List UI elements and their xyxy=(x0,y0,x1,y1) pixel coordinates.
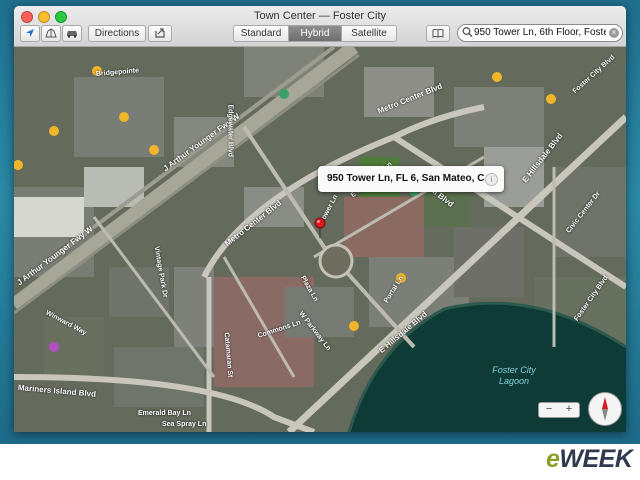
tab-satellite[interactable]: Satellite xyxy=(342,26,396,41)
red-pin-icon[interactable] xyxy=(313,217,327,239)
search-icon xyxy=(462,27,473,38)
search-input[interactable]: 950 Tower Ln, 6th Floor, Foster City × xyxy=(457,24,623,42)
compass-icon xyxy=(602,397,608,421)
location-arrow-icon xyxy=(26,29,34,37)
road-label: Edgewater Blvd xyxy=(226,104,234,158)
directions-button[interactable]: Directions xyxy=(88,25,146,42)
footer-strip xyxy=(0,444,640,480)
address-callout[interactable]: 950 Tower Ln, FL 6, San Mateo, C... i xyxy=(318,166,504,192)
lagoon-label-line2: Lagoon xyxy=(498,376,530,386)
tab-hybrid[interactable]: Hybrid xyxy=(289,26,342,41)
lagoon-label-line1: Foster City xyxy=(492,365,536,375)
tab-standard[interactable]: Standard xyxy=(234,26,289,41)
zoom-out-button[interactable]: − xyxy=(539,403,559,417)
map-view[interactable]: J Arthur Younger Fwy W J Arthur Younger … xyxy=(14,47,626,432)
callout-address: 950 Tower Ln, FL 6, San Mateo, C... xyxy=(327,173,493,184)
info-icon[interactable]: i xyxy=(485,173,498,186)
map-mode-selector[interactable]: Standard Hybrid Satellite xyxy=(233,25,397,42)
share-button[interactable] xyxy=(148,25,172,42)
3d-view-button[interactable] xyxy=(41,25,61,42)
book-icon xyxy=(432,29,444,38)
traffic-button[interactable] xyxy=(62,25,82,42)
logo-e: e xyxy=(546,445,560,473)
bookmarks-button[interactable] xyxy=(426,25,450,42)
compass-button[interactable] xyxy=(588,392,622,426)
zoom-control[interactable]: − + xyxy=(538,402,580,418)
clear-icon[interactable]: × xyxy=(609,28,619,38)
3d-view-icon xyxy=(45,28,57,38)
road-label: Emerald Bay Ln xyxy=(138,410,191,417)
share-icon xyxy=(155,28,165,38)
road-label: Sea Spray Ln xyxy=(162,421,207,428)
current-location-button[interactable] xyxy=(20,25,40,42)
car-icon xyxy=(67,31,77,38)
window-title: Town Center — Foster City xyxy=(253,10,387,22)
zoom-in-button[interactable]: + xyxy=(559,403,579,417)
eweek-logo: eWEEK xyxy=(546,445,633,474)
logo-rest: WEEK xyxy=(559,445,633,473)
title-bar: Town Center — Foster City Directions Sta… xyxy=(14,6,626,47)
search-value: 950 Tower Ln, 6th Floor, Foster City xyxy=(474,27,606,38)
lagoon-label: Foster City Lagoon xyxy=(474,365,554,387)
maps-window: Town Center — Foster City Directions Sta… xyxy=(14,6,626,432)
